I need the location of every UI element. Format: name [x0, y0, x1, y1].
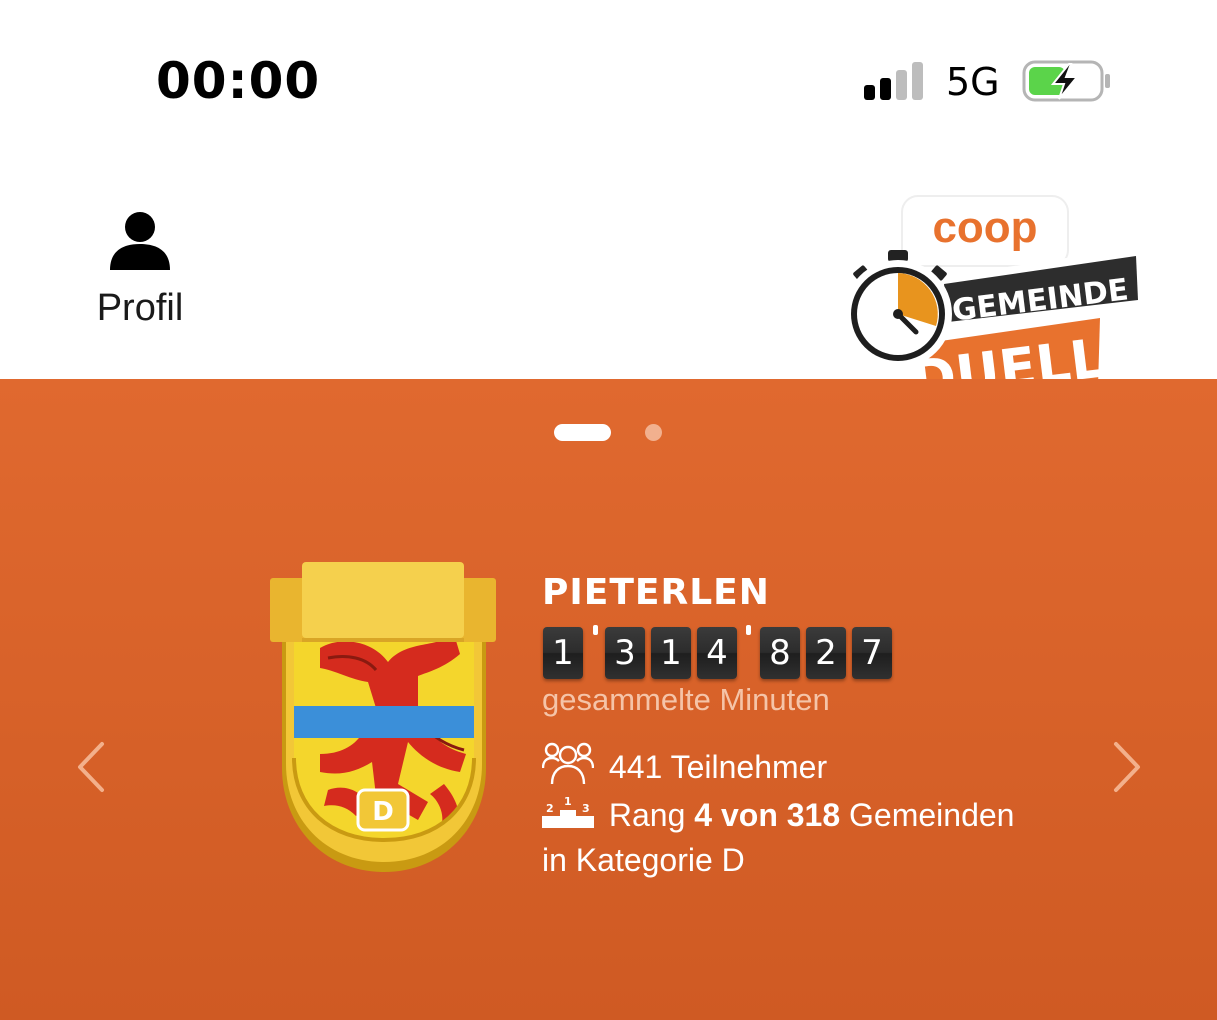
category-line: in Kategorie D — [542, 842, 745, 878]
chevron-right-icon[interactable] — [1110, 740, 1144, 794]
battery-charging-icon — [1022, 60, 1110, 102]
coat-of-arms-badge: D — [270, 562, 496, 872]
municipality-name: PIETERLEN — [542, 572, 770, 613]
category-badge: D — [372, 797, 394, 827]
people-group-icon — [541, 742, 595, 785]
network-type: 5G — [946, 60, 1000, 104]
svg-text:2: 2 — [546, 802, 554, 815]
counter-digit: 4 — [697, 627, 737, 679]
logo-brand: coop — [932, 203, 1037, 252]
person-icon — [110, 212, 170, 270]
counter-digit: 1 — [651, 627, 691, 679]
counter-digit: 3 — [605, 627, 645, 679]
podium-icon: 2 1 3 — [542, 795, 594, 828]
svg-text:3: 3 — [582, 802, 590, 815]
rank-row: 2 1 3 Rang 4 von 318 Gemeinden — [542, 794, 1014, 834]
chevron-left-icon[interactable] — [74, 740, 108, 794]
svg-text:1: 1 — [564, 795, 572, 808]
minutes-caption: gesammelte Minuten — [542, 682, 830, 717]
counter-digit: 2 — [806, 627, 846, 679]
profile-label: Profil — [96, 287, 184, 329]
participants-row: 441 Teilnehmer — [541, 740, 828, 788]
rank-prefix: Rang — [608, 797, 686, 833]
stopwatch-icon — [844, 250, 952, 368]
rank-value: 4 von 318 — [694, 797, 841, 833]
counter-digit: 8 — [760, 627, 800, 679]
counter-digit: 7 — [852, 627, 892, 679]
signal-strength-icon — [864, 62, 926, 100]
status-time: 00:00 — [156, 52, 321, 110]
rank-suffix: Gemeinden — [849, 797, 1015, 833]
participants-count: 441 — [608, 749, 663, 785]
thousands-separator — [593, 625, 598, 635]
participants-label: Teilnehmer — [670, 749, 828, 785]
profile-button[interactable]: Profil — [80, 210, 200, 330]
carousel-dot[interactable] — [645, 424, 662, 441]
thousands-separator — [746, 625, 751, 635]
carousel-dot-active[interactable] — [554, 424, 611, 441]
counter-digit: 1 — [543, 627, 583, 679]
